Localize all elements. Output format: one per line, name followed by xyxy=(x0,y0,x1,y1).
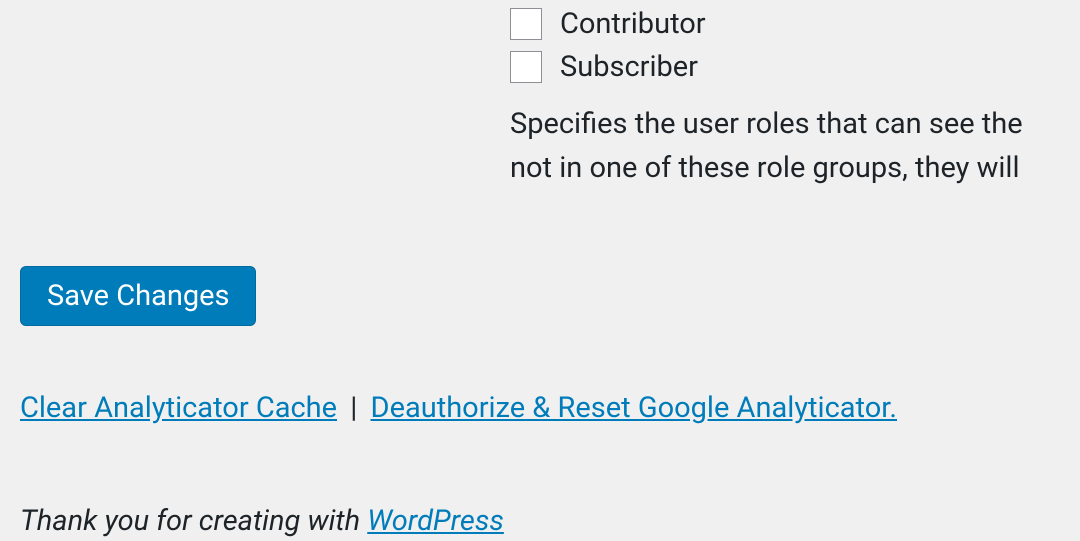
action-links-row: Clear Analyticator Cache | Deauthorize &… xyxy=(20,388,1080,429)
wordpress-link[interactable]: WordPress xyxy=(367,504,504,538)
footer-prefix: Thank you for creating with xyxy=(20,504,367,538)
link-separator: | xyxy=(350,391,357,425)
checkbox-row-contributor: Contributor xyxy=(510,4,1080,45)
checkbox-subscriber[interactable] xyxy=(510,51,542,83)
checkbox-contributor[interactable] xyxy=(510,8,542,40)
checkbox-label-contributor[interactable]: Contributor xyxy=(560,4,706,45)
deauthorize-link[interactable]: Deauthorize & Reset Google Analyticator. xyxy=(371,391,897,425)
description-line-2: not in one of these role groups, they wi… xyxy=(510,147,1080,191)
roles-description: Specifies the user roles that can see th… xyxy=(510,103,1080,190)
user-roles-checkbox-group: Contributor Subscriber xyxy=(510,4,1080,87)
clear-cache-link[interactable]: Clear Analyticator Cache xyxy=(20,391,337,425)
save-changes-button[interactable]: Save Changes xyxy=(20,266,256,326)
description-line-1: Specifies the user roles that can see th… xyxy=(510,103,1080,147)
checkbox-row-subscriber: Subscriber xyxy=(510,47,1080,88)
checkbox-label-subscriber[interactable]: Subscriber xyxy=(560,47,698,88)
footer-credit: Thank you for creating with WordPress xyxy=(20,501,1080,541)
